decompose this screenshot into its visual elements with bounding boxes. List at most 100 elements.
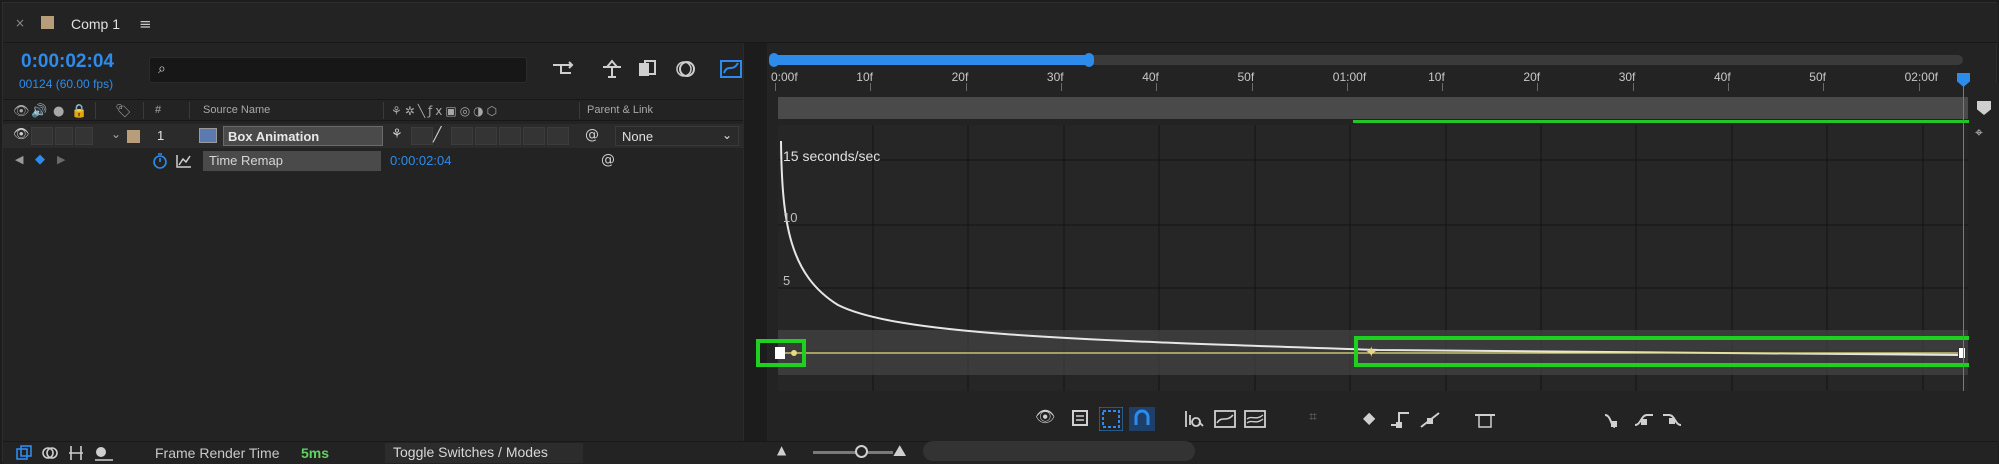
right-side-strip: ⌖ [1969, 83, 1999, 443]
easy-ease-icon[interactable] [1603, 409, 1627, 429]
lock-icon[interactable]: 🔒 [71, 104, 87, 119]
transform-box-icon[interactable] [1099, 407, 1123, 431]
ruler-tick [1823, 83, 1825, 91]
frame-count-fps: 00124 (60.00 fps) [19, 77, 114, 91]
chevron-down-icon[interactable]: ⌄ [111, 127, 121, 141]
pick-whip-icon[interactable]: @ [585, 127, 599, 143]
column-header-row: 👁 🔊 ● 🔒 🏷 # Source Name ⚘✲╲ƒx▣◎◑⬡ Parent… [3, 99, 743, 121]
ruler-label: 20f [951, 70, 969, 84]
label-tag-icon[interactable]: 🏷 [115, 104, 132, 119]
time-navigator-range[interactable] [773, 55, 1091, 65]
layer-index: 1 [157, 128, 165, 143]
fit-selection-icon[interactable] [1183, 409, 1205, 429]
panel-divider[interactable] [743, 43, 767, 441]
timeline-panel: × Comp 1 ≡ 0:00:02:04 00124 (60.00 fps) … [2, 2, 1999, 464]
current-time-indicator-line[interactable] [1963, 83, 1964, 391]
expression-pick-whip-icon[interactable]: @ [601, 152, 615, 168]
parent-select[interactable]: None ⌄ [615, 126, 739, 146]
ruler-label: 30f [1618, 70, 1636, 84]
show-properties-icon[interactable]: 👁 [1035, 407, 1055, 426]
in-out-controls-icon[interactable] [67, 444, 85, 462]
layer-search-input[interactable]: ⌕ [149, 57, 527, 83]
graph-editor-toolbar: 👁 ⌗ ◆ [1033, 407, 1453, 433]
layer-row[interactable]: 👁 ⌄ 1 Box Animation ⚘ ╱ @ None ⌄ [3, 124, 743, 148]
frame-render-time-value: 5ms [301, 445, 330, 461]
ruler-tick [1346, 83, 1348, 91]
zoom-in-icon[interactable]: ⛰ [893, 441, 906, 461]
next-keyframe-icon[interactable]: ▶ [57, 153, 65, 166]
composition-mini-flowchart-icon[interactable] [551, 59, 575, 79]
work-area-bar[interactable] [778, 97, 1968, 119]
precomp-icon [199, 128, 217, 143]
current-time-display[interactable]: 0:00:02:04 [21, 51, 114, 73]
ruler-label: 40f [1714, 70, 1731, 84]
stopwatch-icon[interactable] [151, 152, 169, 170]
ruler-label: 0:00f [771, 70, 798, 84]
fit-all-icon[interactable] [1213, 409, 1237, 429]
fit-all-graphs-icon[interactable] [1243, 409, 1267, 429]
hold-keyframe-icon[interactable] [1389, 409, 1413, 429]
comp-color-swatch [41, 16, 54, 29]
graph-editor-icon[interactable] [719, 57, 743, 79]
comp-marker-bin-icon[interactable] [1977, 101, 1991, 115]
comp-tab-title[interactable]: Comp 1 [71, 16, 120, 32]
switches-icons: ⚘✲╲ƒx▣◎◑⬡ [391, 104, 501, 118]
property-row[interactable]: ◀ ◆ ▶ Time Remap 0:00:02:04 @ [3, 150, 743, 172]
horizontal-scrollbar[interactable] [923, 441, 1195, 461]
ruler-tick [1537, 83, 1539, 91]
property-value[interactable]: 0:00:02:04 [390, 153, 451, 168]
column-source-name[interactable]: Source Name [203, 104, 270, 116]
zoom-slider-knob[interactable] [855, 445, 868, 458]
panel-menu-icon[interactable]: ≡ [139, 15, 152, 33]
ruler-tick [965, 83, 967, 91]
layer-label-color[interactable] [127, 130, 140, 143]
ruler-tick [775, 83, 776, 91]
zoom-out-icon[interactable]: ▲ [777, 443, 786, 457]
ruler-label: 10f [1428, 70, 1445, 84]
auto-bezier-icon[interactable] [1473, 409, 1497, 429]
navigator-start-handle[interactable] [769, 53, 779, 67]
video-visibility-icon[interactable]: 👁 [13, 104, 30, 119]
layer-switches-icon[interactable] [15, 444, 33, 462]
ruler-label: 01:00f [1332, 70, 1367, 84]
snap-icon[interactable]: ⌖ [1975, 125, 1983, 141]
graph-icon[interactable] [175, 153, 193, 169]
keyframe-diamond-icon[interactable]: ◆ [35, 152, 45, 167]
cache-indicator [1353, 120, 1974, 123]
audio-icon[interactable]: 🔊 [31, 104, 47, 119]
toggle-switches-modes-button[interactable]: Toggle Switches / Modes [385, 443, 583, 463]
layer-name[interactable]: Box Animation [223, 126, 383, 146]
draft-3d-icon[interactable] [601, 59, 623, 79]
edit-keyframe-icon[interactable]: ◆ [1363, 408, 1375, 427]
chevron-down-icon: ⌄ [721, 128, 732, 142]
graph-speed-label: 15 seconds/sec [783, 148, 881, 164]
ruler-label: 50f [1237, 70, 1255, 84]
ruler-tick [1251, 83, 1253, 91]
ruler-tick [1442, 83, 1444, 91]
frame-blending-icon[interactable] [637, 59, 659, 79]
navigator-end-handle[interactable] [1084, 53, 1094, 67]
prev-keyframe-icon[interactable]: ◀ [15, 153, 23, 166]
quality-icon[interactable]: ╱ [433, 127, 441, 143]
graph-y-label-10: 10 [783, 210, 798, 225]
zoom-slider-track[interactable] [813, 451, 893, 454]
close-icon[interactable]: × [15, 16, 25, 30]
ruler-tick [1918, 83, 1920, 91]
property-name[interactable]: Time Remap [203, 151, 381, 171]
eye-icon[interactable]: 👁 [13, 127, 30, 142]
column-parent-link[interactable]: Parent & Link [587, 104, 653, 116]
ruler-tick [1060, 83, 1062, 91]
solo-icon[interactable]: ● [53, 104, 64, 119]
linear-keyframe-icon[interactable] [1419, 409, 1443, 429]
transfer-controls-icon[interactable] [41, 444, 59, 462]
easy-ease-in-icon[interactable] [1633, 409, 1657, 429]
motion-path-icon[interactable] [93, 444, 115, 462]
graph-options-icon[interactable] [1071, 409, 1091, 429]
motion-blur-icon[interactable] [675, 59, 697, 79]
separate-dimensions-icon[interactable]: ⌗ [1309, 409, 1317, 425]
keyframe-interpolation-toolbar [1473, 407, 1682, 433]
easy-ease-out-icon[interactable] [1661, 409, 1685, 429]
ruler-tick [870, 83, 872, 91]
snap-magnet-icon[interactable] [1129, 407, 1155, 431]
shy-icon[interactable]: ⚘ [391, 127, 403, 142]
